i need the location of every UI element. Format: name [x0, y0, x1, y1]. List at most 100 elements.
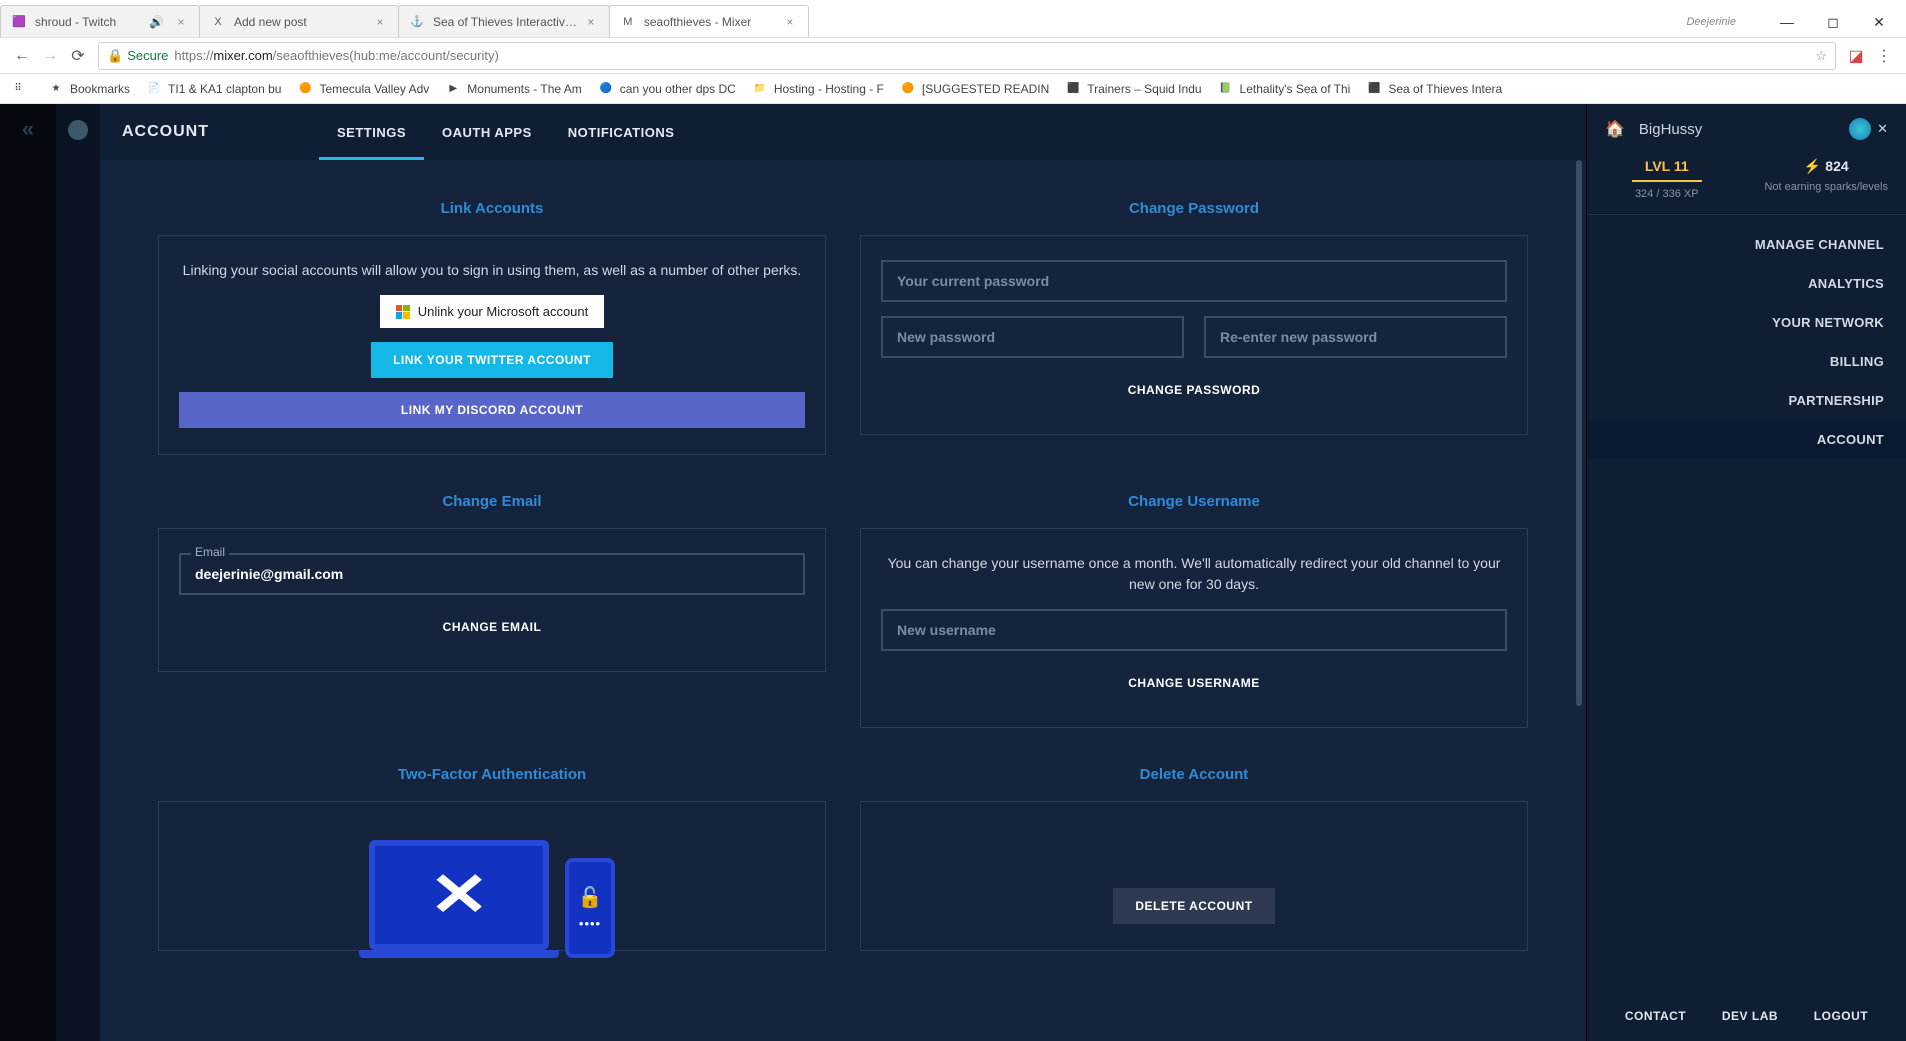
url-scheme: https://: [174, 48, 213, 63]
tfa-title: Two-Factor Authentication: [158, 766, 826, 783]
header-tab[interactable]: OAUTH APPS: [424, 104, 550, 160]
sidebar-footer-link[interactable]: DEV LAB: [1722, 1009, 1778, 1023]
tab-title: Sea of Thieves Interactiv…: [433, 15, 577, 29]
sidebar-nav-item[interactable]: MANAGE CHANNEL: [1587, 225, 1906, 264]
bookmark-item[interactable]: ★Bookmarks: [48, 81, 130, 97]
bookmark-favicon: ⬛: [1366, 81, 1382, 97]
bookmark-label: TI1 & KA1 clapton bu: [168, 82, 281, 96]
current-password-input[interactable]: [881, 260, 1507, 302]
browser-tab[interactable]: 🟪shroud - Twitch🔊×: [0, 5, 200, 37]
change-username-button[interactable]: CHANGE USERNAME: [1128, 665, 1260, 701]
bookmark-item[interactable]: ▶ Monuments - The Am: [445, 81, 582, 97]
nav-back[interactable]: ←: [8, 42, 36, 70]
secure-label: Secure: [127, 48, 168, 63]
sidebar-nav-item[interactable]: ACCOUNT: [1587, 420, 1906, 459]
window-minimize[interactable]: —: [1764, 7, 1810, 37]
avatar[interactable]: [1849, 118, 1871, 140]
tab-favicon: ⚓: [409, 14, 425, 30]
window-maximize[interactable]: ◻: [1810, 7, 1856, 37]
bookmark-label: can you other dps DC: [620, 82, 736, 96]
browser-tab[interactable]: X Add new post ×: [199, 5, 399, 37]
right-sidebar: 🏠 BigHussy ✕ LVL 11 324 / 336 XP ⚡824 No…: [1586, 104, 1906, 1041]
bookmark-label: Temecula Valley Adv: [319, 82, 429, 96]
bookmark-favicon: 🟠: [900, 81, 916, 97]
window-close[interactable]: ✕: [1856, 7, 1902, 37]
tab-title: Add new post: [234, 15, 366, 29]
change-email-button[interactable]: CHANGE EMAIL: [443, 609, 542, 645]
delete-account-title: Delete Account: [860, 766, 1528, 783]
link-discord-button[interactable]: LINK MY DISCORD ACCOUNT: [179, 392, 805, 428]
audio-icon[interactable]: 🔊: [149, 15, 164, 29]
padlock-icon: 🔓: [578, 885, 603, 910]
bookmark-favicon: ⬛: [1065, 81, 1081, 97]
extension-icon[interactable]: ◪: [1842, 46, 1870, 66]
browser-tab[interactable]: ⚓ Sea of Thieves Interactiv… ×: [398, 5, 610, 37]
header-tab[interactable]: SETTINGS: [319, 104, 424, 160]
tab-close-icon[interactable]: ×: [173, 15, 189, 29]
bookmark-item[interactable]: 🟠 Temecula Valley Adv: [297, 81, 429, 97]
apps-shortcut[interactable]: ⠿: [10, 81, 32, 97]
unlink-microsoft-button[interactable]: Unlink your Microsoft account: [380, 295, 605, 328]
nav-forward[interactable]: →: [36, 42, 64, 70]
bookmark-favicon: 🟠: [297, 81, 313, 97]
microsoft-logo-icon: [396, 305, 410, 319]
bookmark-label: Lethality's Sea of Thi: [1240, 82, 1351, 96]
bookmark-favicon: ▶: [445, 81, 461, 97]
email-input[interactable]: [179, 553, 805, 595]
header-tab[interactable]: NOTIFICATIONS: [550, 104, 693, 160]
bookmark-label: Monuments - The Am: [467, 82, 582, 96]
bookmark-favicon: 📄: [146, 81, 162, 97]
tab-title: seaofthieves - Mixer: [644, 15, 776, 29]
new-password-input[interactable]: [881, 316, 1184, 358]
sparks-count: ⚡824: [1747, 158, 1906, 175]
browser-tab[interactable]: Mseaofthieves - Mixer×: [609, 5, 809, 37]
bolt-icon: ⚡: [1804, 158, 1821, 174]
sidebar-nav-item[interactable]: ANALYTICS: [1587, 264, 1906, 303]
change-email-title: Change Email: [158, 493, 826, 510]
sidebar-footer-link[interactable]: CONTACT: [1625, 1009, 1686, 1023]
bookmark-item[interactable]: 📄 TI1 & KA1 clapton bu: [146, 81, 281, 97]
close-sidebar-icon[interactable]: ✕: [1877, 121, 1888, 137]
new-username-input[interactable]: [881, 609, 1507, 651]
mini-avatar[interactable]: [68, 120, 88, 140]
change-password-title: Change Password: [860, 200, 1528, 217]
sidebar-nav-item[interactable]: PARTNERSHIP: [1587, 381, 1906, 420]
chrome-menu[interactable]: ⋮: [1870, 46, 1898, 66]
link-accounts-desc: Linking your social accounts will allow …: [179, 260, 805, 281]
link-twitter-button[interactable]: LINK YOUR TWITTER ACCOUNT: [371, 342, 613, 378]
bookmark-label: Hosting - Hosting - F: [774, 82, 884, 96]
bookmark-item[interactable]: ⬛ Sea of Thieves Intera: [1366, 81, 1502, 97]
change-password-button[interactable]: CHANGE PASSWORD: [1128, 372, 1261, 408]
chrome-profile-name[interactable]: Deejerinie: [1686, 16, 1736, 28]
link-accounts-title: Link Accounts: [158, 200, 826, 217]
address-bar[interactable]: 🔒Secure https://mixer.com/seaofthieves(h…: [98, 42, 1836, 70]
sparks-note: Not earning sparks/levels: [1747, 181, 1906, 193]
bookmark-star-icon[interactable]: ☆: [1815, 48, 1827, 64]
sidebar-collapse[interactable]: «: [0, 104, 56, 1041]
tab-close-icon[interactable]: ×: [583, 15, 599, 29]
bookmark-favicon: 📁: [752, 81, 768, 97]
delete-account-button[interactable]: DELETE ACCOUNT: [1113, 888, 1274, 924]
url-host: mixer.com: [213, 48, 272, 63]
bookmark-label: Sea of Thieves Intera: [1388, 82, 1502, 96]
tfa-graphic: ✕ 🔓••••: [179, 826, 805, 958]
sidebar-username[interactable]: BigHussy: [1639, 121, 1702, 138]
nav-reload[interactable]: ⟳: [64, 42, 92, 70]
scrollbar[interactable]: [1576, 160, 1582, 1041]
sidebar-nav-item[interactable]: BILLING: [1587, 342, 1906, 381]
tab-close-icon[interactable]: ×: [782, 15, 798, 29]
tab-close-icon[interactable]: ×: [372, 15, 388, 29]
bookmark-item[interactable]: ⬛Trainers – Squid Indu: [1065, 81, 1201, 97]
bookmark-item[interactable]: 🟠[SUGGESTED READIN: [900, 81, 1049, 97]
bookmark-item[interactable]: 📗Lethality's Sea of Thi: [1218, 81, 1351, 97]
sidebar-footer-link[interactable]: LOGOUT: [1814, 1009, 1868, 1023]
unlink-microsoft-label: Unlink your Microsoft account: [418, 304, 589, 319]
tab-favicon: X: [210, 14, 226, 30]
sidebar-nav-item[interactable]: YOUR NETWORK: [1587, 303, 1906, 342]
bookmark-item[interactable]: 🔵can you other dps DC: [598, 81, 736, 97]
tab-favicon: 🟪: [11, 14, 27, 30]
bookmark-item[interactable]: 📁 Hosting - Hosting - F: [752, 81, 884, 97]
reenter-password-input[interactable]: [1204, 316, 1507, 358]
home-icon[interactable]: 🏠: [1605, 119, 1625, 139]
account-header: ACCOUNT SETTINGSOAUTH APPSNOTIFICATIONS: [100, 104, 1586, 160]
